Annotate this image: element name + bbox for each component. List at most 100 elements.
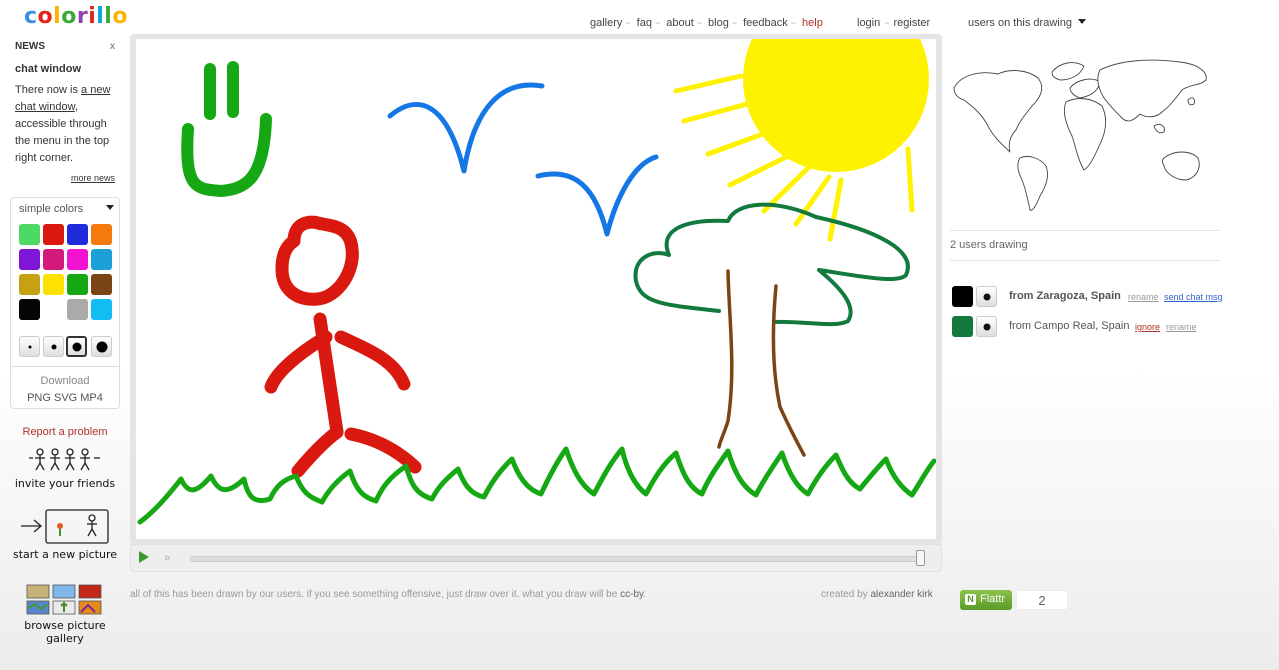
gallery-thumbnails-icon xyxy=(26,584,102,615)
user-brush-icon xyxy=(976,286,997,307)
chevron-down-icon xyxy=(106,205,114,210)
color-swatch[interactable] xyxy=(19,249,40,270)
stick-figures-icon xyxy=(29,448,100,471)
news-title: chat window xyxy=(15,63,81,75)
brush-dot-icon xyxy=(51,344,56,349)
users-count: 2 users drawing xyxy=(950,239,1028,251)
fast-forward-icon[interactable]: » xyxy=(164,552,170,564)
user-color xyxy=(952,316,973,337)
nav-faq[interactable]: faq xyxy=(637,17,652,29)
nav-help[interactable]: help xyxy=(802,17,823,29)
more-news-link[interactable]: more news xyxy=(71,173,115,183)
users-on-drawing-dropdown[interactable]: users on this drawing xyxy=(968,17,1086,29)
nav-separator: ~ xyxy=(696,18,703,28)
color-swatch[interactable] xyxy=(19,274,40,295)
color-swatch[interactable] xyxy=(91,249,112,270)
auth-nav: login ~ register xyxy=(857,17,930,29)
flattr-count: 2 xyxy=(1016,590,1068,610)
report-problem-link[interactable]: Report a problem xyxy=(10,426,120,438)
download-section: Download PNG SVG MP4 xyxy=(11,366,119,407)
user-action-ignore[interactable]: ignore xyxy=(1135,322,1160,332)
palette-select[interactable]: simple colors xyxy=(11,198,119,215)
brush-dot-icon xyxy=(983,293,990,300)
world-map-icon xyxy=(953,59,1207,211)
nav-gallery[interactable]: gallery xyxy=(590,17,622,29)
top-nav: gallery ~ faq ~ about ~ blog ~ feedback ~ help xyxy=(590,17,823,29)
color-swatch[interactable] xyxy=(19,224,40,245)
new-picture-label: start a new picture xyxy=(12,548,117,561)
author-link[interactable]: alexander kirk xyxy=(870,589,932,600)
logo-letter: i xyxy=(88,4,97,29)
nav-about[interactable]: about xyxy=(666,17,694,29)
nav-blog[interactable]: blog xyxy=(708,17,729,29)
brush-dot-icon xyxy=(96,341,107,352)
browse-gallery-label: browse picture gallery xyxy=(24,619,106,645)
color-swatch[interactable] xyxy=(91,299,112,320)
user-location: from Campo Real, Spain xyxy=(1009,320,1130,332)
news-body: There now is a new chat window, accessib… xyxy=(15,82,115,167)
news-panel: NEWS x chat window There now is a new ch… xyxy=(10,34,120,186)
user-action-rename[interactable]: rename xyxy=(1128,292,1159,302)
color-swatch[interactable] xyxy=(91,224,112,245)
nav-separator: ~ xyxy=(790,18,797,28)
brush-size-3[interactable] xyxy=(66,336,87,357)
colorillo-logo[interactable]: colorillo xyxy=(24,4,128,29)
brush-size-4[interactable] xyxy=(91,336,112,357)
user-action-send-chat-msg[interactable]: send chat msg xyxy=(1164,292,1223,302)
users-dropdown-label: users on this drawing xyxy=(968,17,1072,29)
credit-text: created by alexander kirk xyxy=(821,589,933,600)
register-link[interactable]: register xyxy=(894,17,931,29)
playback-bar: » xyxy=(130,544,942,572)
drawing-canvas[interactable] xyxy=(136,39,936,539)
user-action-rename[interactable]: rename xyxy=(1166,322,1197,332)
logo-letter: l xyxy=(96,4,105,29)
logo-letter: l xyxy=(53,4,62,29)
nav-feedback[interactable]: feedback xyxy=(743,17,788,29)
color-swatch[interactable] xyxy=(43,224,64,245)
created-by-label: created by xyxy=(821,589,871,600)
playback-slider-thumb[interactable] xyxy=(916,550,925,566)
user-brush-icon xyxy=(976,316,997,337)
logo-letter: r xyxy=(76,4,89,29)
footer-notice: all of this has been drawn by our users.… xyxy=(130,589,621,600)
footer-text: all of this has been drawn by our users.… xyxy=(130,589,646,600)
divider xyxy=(950,230,1220,231)
browse-gallery-button[interactable]: browse picture gallery xyxy=(10,584,120,645)
drawing xyxy=(137,39,936,525)
chevron-down-icon xyxy=(1077,19,1086,24)
invite-friends-button[interactable]: invite your friends xyxy=(10,446,120,490)
nav-separator: ~ xyxy=(625,18,631,28)
color-swatch[interactable] xyxy=(43,299,64,320)
logo-letter: c xyxy=(24,4,38,29)
color-swatch[interactable] xyxy=(43,274,64,295)
user-location: from Zaragoza, Spain xyxy=(1009,290,1121,302)
flattr-icon: N xyxy=(965,594,976,605)
logo-letter: l xyxy=(104,4,113,29)
color-swatch[interactable] xyxy=(43,249,64,270)
color-palette-panel: simple colors Download PNG SVG MP4 xyxy=(10,197,120,409)
cc-by-link[interactable]: cc-by xyxy=(620,589,643,600)
brush-size-1[interactable] xyxy=(19,336,40,357)
brush-dot-icon xyxy=(72,342,81,351)
play-icon[interactable] xyxy=(139,551,149,563)
color-swatch[interactable] xyxy=(19,299,40,320)
divider xyxy=(950,260,1220,261)
playback-slider[interactable] xyxy=(190,556,920,562)
download-label: Download xyxy=(40,375,90,387)
nav-separator: ~ xyxy=(884,18,890,28)
flattr-button[interactable]: N Flattr xyxy=(960,590,1012,610)
close-news-button[interactable]: x xyxy=(110,38,115,55)
logo-letter: o xyxy=(112,4,128,29)
download-formats[interactable]: PNG SVG MP4 xyxy=(11,390,119,407)
color-swatch[interactable] xyxy=(67,249,88,270)
brush-size-2[interactable] xyxy=(43,336,64,357)
color-swatch[interactable] xyxy=(67,299,88,320)
color-swatch[interactable] xyxy=(67,274,88,295)
color-swatch[interactable] xyxy=(91,274,112,295)
invite-friends-label: invite your friends xyxy=(14,477,116,490)
color-swatch[interactable] xyxy=(67,224,88,245)
start-new-picture-button[interactable]: start a new picture xyxy=(10,507,120,561)
login-link[interactable]: login xyxy=(857,17,880,29)
brush-dot-icon xyxy=(28,345,31,348)
flattr-label: Flattr xyxy=(980,593,1006,605)
